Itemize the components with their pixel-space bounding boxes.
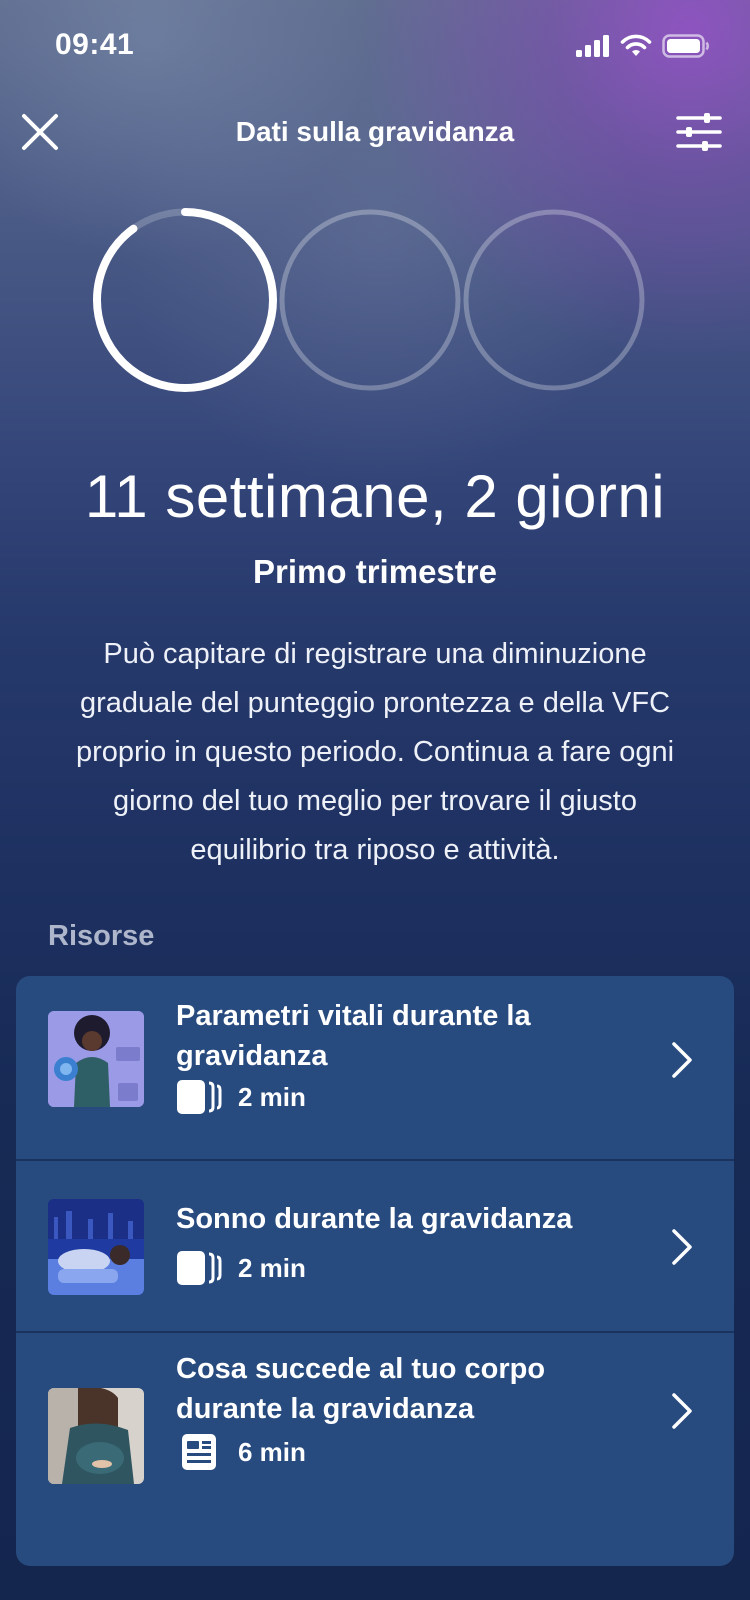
resource-meta: 2 min: [176, 1249, 306, 1287]
page-title: Dati sulla gravidanza: [235, 116, 515, 147]
status-bar: 09:41: [0, 0, 750, 92]
trimester-label: Primo trimestre: [253, 553, 497, 590]
resource-title: Sonno durante la gravidanza: [176, 1203, 573, 1235]
status-icons: [576, 34, 710, 58]
wifi-icon: [620, 34, 652, 56]
resource-item-body-changes[interactable]: Cosa succede al tuo corpo durante la gra…: [16, 1333, 734, 1566]
cards-icon: [177, 1080, 222, 1114]
trimester-progress-rings: [93, 208, 645, 392]
resources-section-label: Risorse: [48, 920, 155, 952]
chevron-right-icon: [672, 1393, 692, 1429]
resources-card: Parametri vitali durante la gravidanza 2…: [16, 976, 734, 1566]
signal-icon: [576, 35, 609, 57]
trimester-ring-3: [463, 209, 645, 391]
filter-settings-icon[interactable]: [676, 112, 722, 152]
resource-meta: 6 min: [176, 1433, 306, 1471]
resource-meta: 2 min: [176, 1078, 306, 1116]
status-time: 09:41: [55, 28, 135, 61]
resource-item-sleep[interactable]: Sonno durante la gravidanza 2 min: [16, 1161, 734, 1331]
resource-title: Cosa succede al tuo corpo durante la gra…: [176, 1353, 546, 1425]
resource-title: Parametri vitali durante la gravidanza: [176, 1000, 531, 1072]
chevron-right-icon: [672, 1229, 692, 1265]
sleep-thumbnail: [48, 1199, 144, 1295]
resource-item-vital-signs[interactable]: Parametri vitali durante la gravidanza 2…: [16, 976, 734, 1159]
vital-signs-thumbnail: [48, 1011, 144, 1107]
trimester-ring-2: [279, 209, 461, 391]
article-icon: [182, 1434, 216, 1470]
trimester-description: Può capitare di registrare una diminuzio…: [75, 638, 675, 866]
navigation-bar: Dati sulla gravidanza: [0, 100, 750, 166]
resource-duration: 6 min: [238, 1436, 306, 1467]
pregnancy-week-headline: 11 settimane, 2 giorni: [84, 463, 666, 530]
body-changes-thumbnail: [48, 1388, 144, 1484]
trimester-ring-1-progress: [93, 208, 277, 392]
resource-duration: 2 min: [238, 1252, 306, 1283]
cards-icon: [177, 1251, 222, 1285]
battery-icon: [662, 34, 709, 58]
resource-duration: 2 min: [238, 1081, 306, 1112]
chevron-right-icon: [672, 1042, 692, 1078]
